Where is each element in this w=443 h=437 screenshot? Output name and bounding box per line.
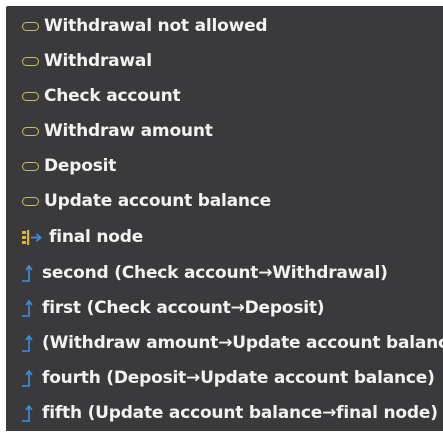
list-item-transition[interactable]: second (Check account→Withdrawal) [6, 259, 443, 287]
item-label: Check account [44, 86, 181, 106]
transition-arrow-icon [22, 369, 33, 387]
list-item-state[interactable]: Withdraw amount [6, 117, 443, 145]
state-oval-icon [22, 21, 39, 31]
list-item-state[interactable]: Deposit [6, 152, 443, 180]
list-item-transition[interactable]: fourth (Deposit→Update account balance) [6, 364, 443, 392]
list-item-transition[interactable]: (Withdraw amount→Update account balance) [6, 329, 443, 357]
state-oval-icon [22, 91, 39, 101]
transition-arrow-icon [22, 404, 33, 422]
list-item-state[interactable]: Update account balance [6, 187, 443, 215]
list-item-state[interactable]: Withdrawal not allowed [6, 12, 443, 40]
item-label: first (Check account→Deposit) [42, 298, 325, 318]
item-label: fourth (Deposit→Update account balance) [42, 368, 435, 388]
list-item-final-node[interactable]: final node [6, 223, 443, 251]
panel-frame: Withdrawal not allowed Withdrawal Check … [0, 0, 443, 437]
item-label: final node [49, 227, 144, 247]
state-oval-icon [22, 161, 39, 171]
item-label: Withdrawal [44, 51, 152, 71]
state-oval-icon [22, 126, 39, 136]
item-label: Withdrawal not allowed [44, 16, 268, 36]
final-node-icon [22, 230, 42, 245]
list-item-state[interactable]: Check account [6, 82, 443, 110]
state-oval-icon [22, 56, 39, 66]
item-label: second (Check account→Withdrawal) [42, 263, 388, 283]
item-label: fifth (Update account balance→final node… [42, 403, 438, 423]
list-item-state[interactable]: Withdrawal [6, 47, 443, 75]
transition-arrow-icon [22, 334, 33, 352]
list-item-transition[interactable]: fifth (Update account balance→final node… [6, 399, 443, 427]
item-label: Update account balance [44, 191, 271, 211]
item-label: (Withdraw amount→Update account balance) [42, 333, 443, 353]
transition-arrow-icon [22, 299, 33, 317]
list-item-transition[interactable]: first (Check account→Deposit) [6, 294, 443, 322]
model-element-list: Withdrawal not allowed Withdrawal Check … [6, 6, 443, 431]
item-label: Withdraw amount [44, 121, 213, 141]
item-label: Deposit [44, 156, 117, 176]
transition-arrow-icon [22, 264, 33, 282]
state-oval-icon [22, 196, 39, 206]
